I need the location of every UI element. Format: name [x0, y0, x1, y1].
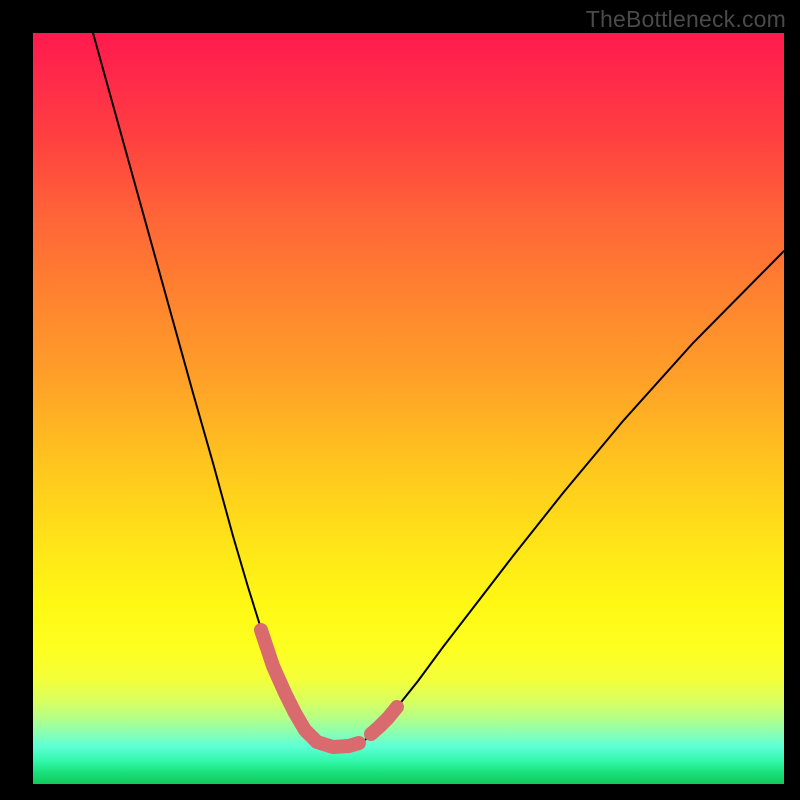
- outer-frame: TheBottleneck.com: [0, 0, 800, 800]
- highlight-segment-right: [371, 707, 397, 734]
- curve-layer: [33, 33, 784, 784]
- bottleneck-curve: [93, 33, 784, 748]
- highlight-segment-left: [261, 630, 359, 747]
- plot-area: [33, 33, 784, 784]
- watermark-text: TheBottleneck.com: [586, 6, 786, 33]
